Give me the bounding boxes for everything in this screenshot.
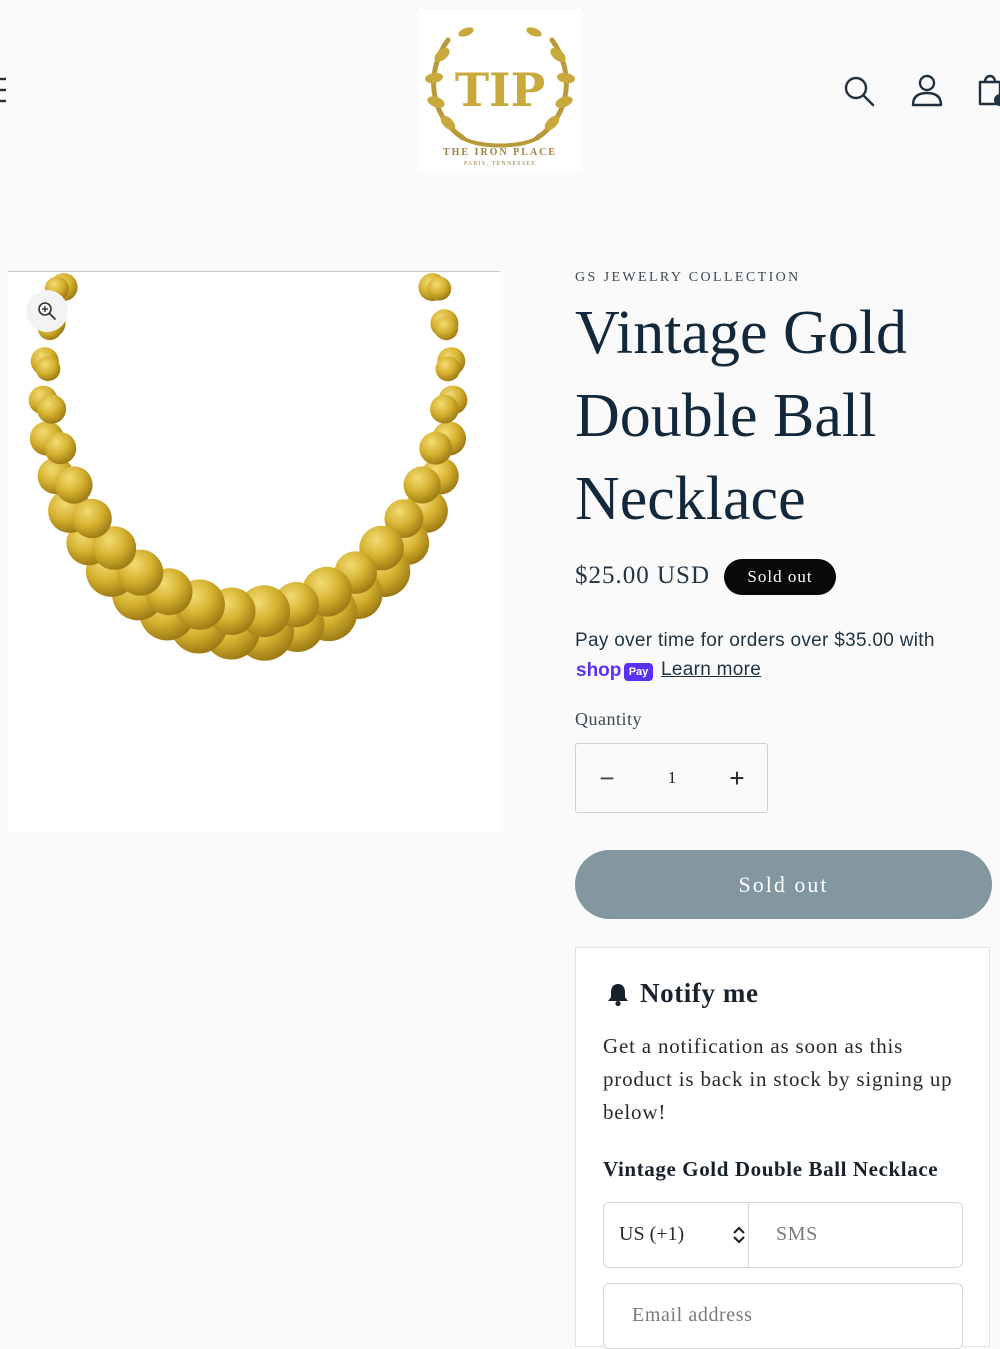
quantity-increase-button[interactable]: + — [706, 744, 768, 812]
cart-icon[interactable] — [976, 70, 1000, 108]
logo-monogram: TIP — [455, 63, 545, 117]
select-arrows-icon — [733, 1226, 745, 1244]
notify-product-name: Vintage Gold Double Ball Necklace — [603, 1157, 939, 1181]
product-image[interactable] — [8, 272, 500, 832]
laurel-wreath-emblem: TIP THE IRON PLACE PARIS, TENNESSEE — [425, 27, 575, 167]
phone-field: US (+1) SMS — [603, 1202, 963, 1268]
sold-out-badge: Sold out — [724, 559, 836, 595]
necklace-bead — [35, 356, 61, 382]
necklace-bead — [427, 276, 452, 301]
necklace-bead — [430, 394, 459, 424]
sms-input[interactable]: SMS — [776, 1223, 818, 1246]
menu-icon[interactable] — [0, 76, 12, 104]
learn-more-link[interactable]: Learn more — [661, 659, 761, 681]
country-code-select[interactable]: US (+1) — [604, 1203, 749, 1267]
shop-pay-badge: Pay — [624, 663, 653, 681]
notify-description: Get a notification as soon as this produ… — [603, 1034, 953, 1124]
email-input[interactable]: Email address — [632, 1304, 753, 1327]
necklace-bead — [403, 466, 441, 504]
sold-out-button[interactable]: Sold out — [575, 850, 992, 919]
bell-icon — [608, 984, 628, 1007]
product-vendor: GS JEWELRY COLLECTION — [575, 270, 801, 285]
installments-text: Pay over time for orders over $35.00 wit… — [575, 630, 935, 651]
necklace-image — [28, 273, 468, 661]
zoom-icon — [38, 302, 56, 320]
quantity-stepper: − 1 + — [575, 743, 768, 813]
necklace-bead — [72, 498, 112, 539]
shop-pay-logo: shop — [576, 660, 622, 681]
notify-title: Notify me — [640, 978, 759, 1008]
product-price: $25.00 USD — [575, 562, 711, 589]
product-title: Vintage Gold Double Ball Necklace — [575, 299, 908, 533]
email-field[interactable]: Email address — [603, 1283, 963, 1349]
necklace-bead — [37, 394, 67, 424]
necklace-bead — [419, 431, 453, 465]
store-logo[interactable]: TIP THE IRON PLACE PARIS, TENNESSEE — [418, 10, 582, 172]
zoom-button[interactable] — [26, 290, 68, 332]
quantity-decrease-button[interactable]: − — [576, 744, 638, 812]
necklace-bead — [435, 356, 461, 382]
necklace-bead — [55, 466, 93, 504]
country-code-value: US (+1) — [619, 1223, 685, 1245]
logo-name: THE IRON PLACE — [443, 147, 557, 158]
necklace-bead — [434, 316, 459, 341]
quantity-label: Quantity — [575, 709, 642, 729]
quantity-input[interactable]: 1 — [638, 744, 706, 812]
search-icon[interactable] — [842, 74, 876, 108]
necklace-bead — [44, 432, 77, 465]
account-icon[interactable] — [910, 72, 944, 108]
logo-location: PARIS, TENNESSEE — [464, 161, 536, 167]
